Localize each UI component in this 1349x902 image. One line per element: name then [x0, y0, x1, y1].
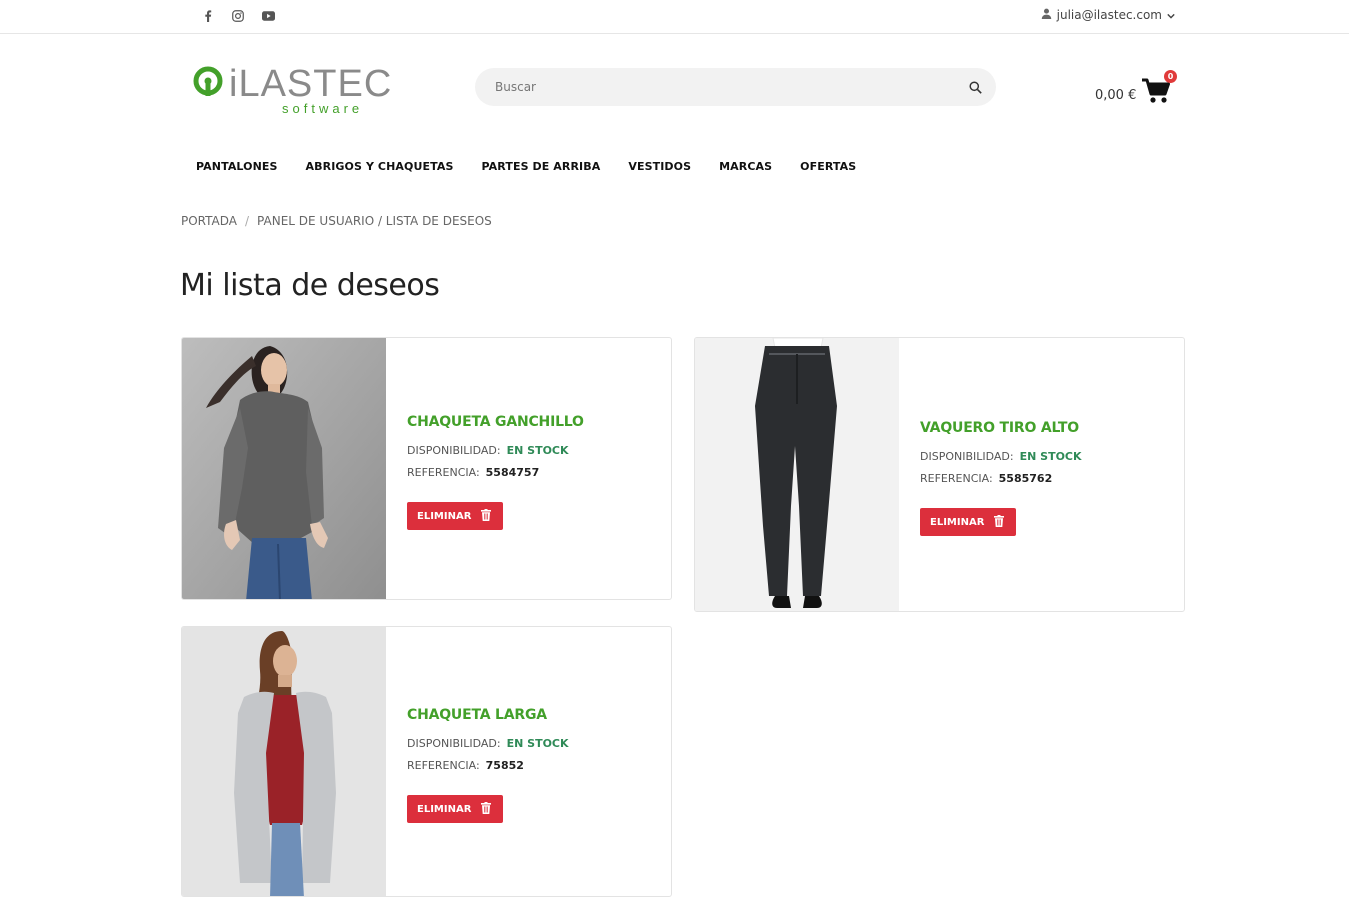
cart-widget[interactable]: 0,00 € 0: [1095, 70, 1185, 112]
reference-row: REFERENCIA: 5584757: [407, 466, 584, 479]
breadcrumb-home[interactable]: PORTADA: [181, 214, 237, 228]
remove-button[interactable]: ELIMINAR: [920, 508, 1017, 536]
nav-item-pantalones[interactable]: PANTALONES: [182, 158, 292, 176]
chevron-down-icon: [1167, 8, 1175, 22]
cart-count-badge: 0: [1164, 70, 1177, 83]
reference-value: 75852: [485, 759, 524, 772]
social-links: [200, 8, 276, 24]
user-email: julia@ilastec.com: [1056, 8, 1162, 22]
trash-icon: [994, 514, 1005, 530]
page-title: Mi lista de deseos: [180, 268, 440, 303]
instagram-icon[interactable]: [230, 8, 246, 24]
breadcrumb-current: PANEL DE USUARIO / LISTA DE DESEOS: [257, 214, 492, 228]
product-image[interactable]: [695, 338, 899, 611]
reference-row: REFERENCIA: 5585762: [920, 472, 1082, 485]
remove-button-label: ELIMINAR: [417, 510, 472, 522]
nav-item-ofertas[interactable]: OFERTAS: [786, 158, 870, 176]
user-menu[interactable]: julia@ilastec.com: [1041, 8, 1175, 22]
availability-value: EN STOCK: [1019, 450, 1082, 463]
reference-label: REFERENCIA:: [407, 759, 480, 772]
availability-label: DISPONIBILIDAD:: [920, 450, 1014, 463]
product-image[interactable]: [182, 338, 386, 599]
search-icon[interactable]: [966, 78, 984, 96]
product-name[interactable]: CHAQUETA GANCHILLO: [407, 414, 584, 430]
nav-item-partes-de-arriba[interactable]: PARTES DE ARRIBA: [468, 158, 615, 176]
product-info: CHAQUETA GANCHILLO DISPONIBILIDAD: EN ST…: [407, 414, 584, 530]
facebook-icon[interactable]: [200, 8, 216, 24]
product-name[interactable]: VAQUERO TIRO ALTO: [920, 420, 1082, 436]
search-bar: [475, 68, 996, 106]
wishlist-item: VAQUERO TIRO ALTO DISPONIBILIDAD: EN STO…: [694, 337, 1185, 612]
reference-label: REFERENCIA:: [920, 472, 993, 485]
reference-row: REFERENCIA: 75852: [407, 759, 569, 772]
breadcrumb-separator: /: [245, 214, 250, 228]
trash-icon: [481, 801, 492, 817]
wishlist-item: CHAQUETA GANCHILLO DISPONIBILIDAD: EN ST…: [181, 337, 672, 600]
reference-value: 5585762: [998, 472, 1053, 485]
availability-label: DISPONIBILIDAD:: [407, 737, 501, 750]
product-name[interactable]: CHAQUETA LARGA: [407, 707, 569, 723]
youtube-icon[interactable]: [260, 8, 276, 24]
top-bar: julia@ilastec.com: [0, 0, 1349, 34]
product-info: VAQUERO TIRO ALTO DISPONIBILIDAD: EN STO…: [920, 420, 1082, 536]
availability-value: EN STOCK: [506, 444, 569, 457]
nav-item-vestidos[interactable]: VESTIDOS: [614, 158, 705, 176]
product-image[interactable]: [182, 627, 386, 896]
availability-row: DISPONIBILIDAD: EN STOCK: [407, 737, 569, 750]
nav-item-marcas[interactable]: MARCAS: [705, 158, 786, 176]
availability-label: DISPONIBILIDAD:: [407, 444, 501, 457]
site-logo[interactable]: iLASTEC software: [193, 62, 423, 118]
product-info: CHAQUETA LARGA DISPONIBILIDAD: EN STOCK …: [407, 707, 569, 823]
availability-row: DISPONIBILIDAD: EN STOCK: [920, 450, 1082, 463]
nav-item-abrigos-y-chaquetas[interactable]: ABRIGOS Y CHAQUETAS: [292, 158, 468, 176]
user-icon: [1041, 8, 1052, 22]
cart-amount: 0,00 €: [1095, 88, 1137, 103]
remove-button-label: ELIMINAR: [930, 516, 985, 528]
reference-label: REFERENCIA:: [407, 466, 480, 479]
availability-row: DISPONIBILIDAD: EN STOCK: [407, 444, 584, 457]
remove-button[interactable]: ELIMINAR: [407, 502, 504, 530]
breadcrumb: PORTADA / PANEL DE USUARIO / LISTA DE DE…: [181, 214, 492, 228]
trash-icon: [481, 508, 492, 524]
reference-value: 5584757: [485, 466, 540, 479]
remove-button-label: ELIMINAR: [417, 803, 472, 815]
availability-value: EN STOCK: [506, 737, 569, 750]
main-nav: PANTALONES ABRIGOS Y CHAQUETAS PARTES DE…: [182, 158, 870, 176]
wishlist-item: CHAQUETA LARGA DISPONIBILIDAD: EN STOCK …: [181, 626, 672, 897]
logo-wordmark: iLASTEC: [229, 63, 392, 105]
search-input[interactable]: [495, 68, 955, 106]
logo-subtitle: software: [282, 101, 363, 116]
remove-button[interactable]: ELIMINAR: [407, 795, 504, 823]
